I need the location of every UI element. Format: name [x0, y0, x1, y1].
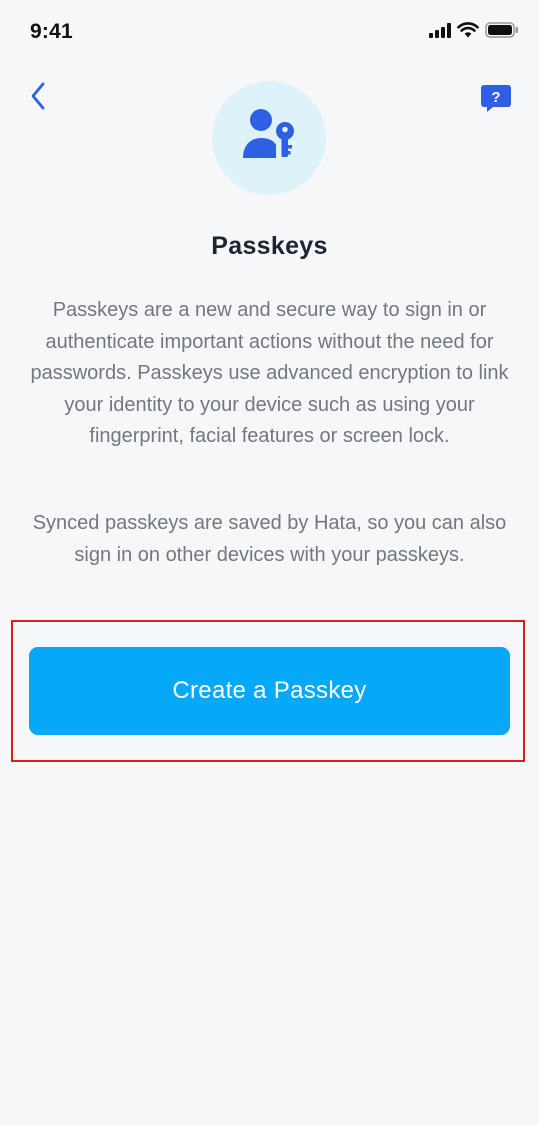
hero-icon-circle [212, 81, 326, 195]
status-time: 9:41 [30, 20, 73, 43]
create-passkey-button[interactable]: Create a Passkey [29, 647, 510, 735]
page-title: Passkeys [211, 232, 328, 260]
help-chat-bubble-icon: ? [479, 85, 513, 120]
wifi-icon [457, 22, 479, 43]
description-paragraph: Passkeys are a new and secure way to sig… [30, 299, 509, 447]
chevron-left-icon [29, 81, 47, 116]
help-glyph: ? [491, 89, 500, 106]
user-key-icon [239, 107, 299, 170]
status-bar: 9:41 [0, 0, 539, 64]
status-icons [429, 22, 519, 43]
cellular-signal-icon [429, 22, 451, 43]
synced-passkeys-paragraph: Synced passkeys are saved by Hata, so yo… [32, 512, 507, 566]
back-button[interactable] [22, 80, 54, 116]
help-button[interactable]: ? [479, 82, 513, 116]
battery-icon [485, 22, 519, 43]
